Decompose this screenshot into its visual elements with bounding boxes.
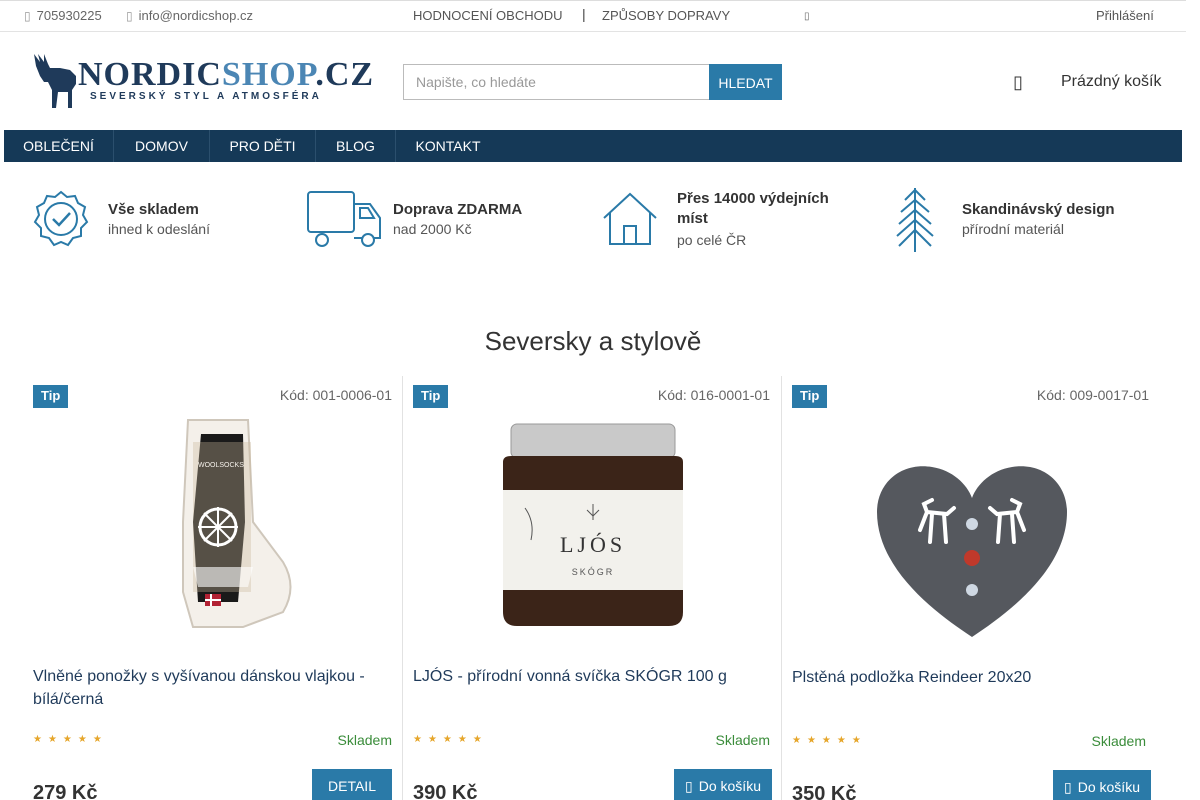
badge-check-icon <box>33 190 89 247</box>
benefit-title-line2: míst <box>677 210 708 227</box>
benefit-subtitle: nad 2000 Kč <box>393 221 472 237</box>
search-input[interactable] <box>403 64 709 100</box>
product-price: 390 Kč <box>413 782 478 800</box>
benefit-subtitle: ihned k odeslání <box>108 221 210 237</box>
product-image[interactable]: LJÓS SKÓGR <box>413 412 773 652</box>
tip-badge: Tip <box>792 385 828 408</box>
rating-stars: ★★★★★ <box>413 734 488 745</box>
site-logo[interactable]: NORDICSHOP.CZ SEVERSKÝ STYL A ATMOSFÉRA <box>30 50 373 112</box>
product-code: Kód: 009-0017-01 <box>1036 387 1149 403</box>
stock-status: Skladem <box>715 732 770 748</box>
product-image[interactable] <box>792 412 1152 652</box>
product-image[interactable]: WOOLSOCKS <box>33 412 393 652</box>
truck-icon <box>307 191 381 247</box>
rating-stars: ★★★★★ <box>792 735 867 746</box>
detail-button[interactable]: DETAIL <box>312 769 392 800</box>
phone-contact[interactable]: ▯ 705930225 <box>24 8 102 23</box>
email-contact[interactable]: ▯ info@nordicshop.cz <box>126 8 253 23</box>
pine-tree-icon <box>896 188 934 252</box>
search-button[interactable]: HLEDAT <box>709 64 782 100</box>
product-name-link[interactable]: LJÓS - přírodní vonná svíčka SKÓGR 100 g <box>413 665 768 688</box>
logo-tagline: SEVERSKÝ STYL A ATMOSFÉRA <box>90 91 322 102</box>
benefit-subtitle: přírodní materiál <box>962 221 1064 237</box>
product-card: Tip Kód: 001-0006-01 WOOLSOCKS Vlněné po… <box>24 376 402 800</box>
product-price: 350 Kč <box>792 783 857 800</box>
nav-item-home[interactable]: DOMOV <box>114 130 210 162</box>
email-address: info@nordicshop.cz <box>138 8 253 23</box>
cart-label[interactable]: Prázdný košík <box>1061 73 1161 91</box>
phone-icon: ▯ <box>24 9 31 23</box>
benefit-title: Skandinávský design <box>962 201 1115 218</box>
cart-icon[interactable]: ▯ <box>1013 72 1023 93</box>
nav-item-kids[interactable]: PRO DĚTI <box>210 130 316 162</box>
benefit-title: Přes 14000 výdejních <box>677 190 829 207</box>
nav-item-contact[interactable]: KONTAKT <box>396 130 500 162</box>
stock-status: Skladem <box>1091 733 1146 749</box>
more-menu-icon[interactable]: ▯ <box>804 11 810 22</box>
topbar-link-reviews[interactable]: HODNOCENÍ OBCHODU <box>413 8 563 23</box>
nav-item-blog[interactable]: BLOG <box>316 130 396 162</box>
logo-wordmark: NORDICSHOP.CZ <box>78 56 375 93</box>
main-navigation: OBLEČENÍ DOMOV PRO DĚTI BLOG KONTAKT <box>4 130 1182 162</box>
phone-number: 705930225 <box>36 8 102 23</box>
product-name-link[interactable]: Vlněné ponožky s vyšívanou dánskou vlajk… <box>33 665 388 711</box>
product-card: Tip Kód: 016-0001-01 LJÓS SKÓGR LJÓS - p… <box>402 376 780 800</box>
topbar-divider: | <box>582 6 586 22</box>
benefit-title: Vše skladem <box>108 201 199 218</box>
envelope-icon: ▯ <box>126 9 133 23</box>
add-to-cart-button[interactable]: ▯ Do košíku <box>1053 770 1151 800</box>
section-title: Seversky a stylově <box>484 326 702 356</box>
house-icon <box>603 192 657 245</box>
product-name-link[interactable]: Plstěná podložka Reindeer 20x20 <box>792 666 1147 689</box>
tip-badge: Tip <box>413 385 449 408</box>
search-form: HLEDAT <box>403 64 782 100</box>
product-code: Kód: 016-0001-01 <box>657 387 770 403</box>
add-to-cart-button[interactable]: ▯ Do košíku <box>674 769 772 800</box>
candle-brand-text: LJÓS <box>560 532 626 557</box>
cart-icon: ▯ <box>1064 779 1072 795</box>
benefit-title: Doprava ZDARMA <box>393 201 523 218</box>
nav-item-clothing[interactable]: OBLEČENÍ <box>4 130 114 162</box>
cart-icon: ▯ <box>685 778 693 794</box>
stock-status: Skladem <box>337 732 392 748</box>
product-code: Kód: 001-0006-01 <box>279 387 392 403</box>
product-price: 279 Kč <box>33 782 98 800</box>
socks-label-text: WOOLSOCKS <box>198 462 244 469</box>
moose-logo-icon <box>34 54 76 108</box>
tip-badge: Tip <box>33 385 69 408</box>
benefit-subtitle: po celé ČR <box>677 232 747 248</box>
topbar-link-shipping[interactable]: ZPŮSOBY DOPRAVY <box>602 8 730 23</box>
candle-scent-text: SKÓGR <box>572 567 615 577</box>
login-link[interactable]: Přihlášení <box>1096 8 1154 23</box>
product-card: Tip Kód: 009-0017-01 Plstěná podložka Re… <box>781 376 1159 800</box>
rating-stars: ★★★★★ <box>33 734 108 745</box>
top-bar: ▯ 705930225 ▯ info@nordicshop.cz HODNOCENÍ… <box>0 0 1186 32</box>
